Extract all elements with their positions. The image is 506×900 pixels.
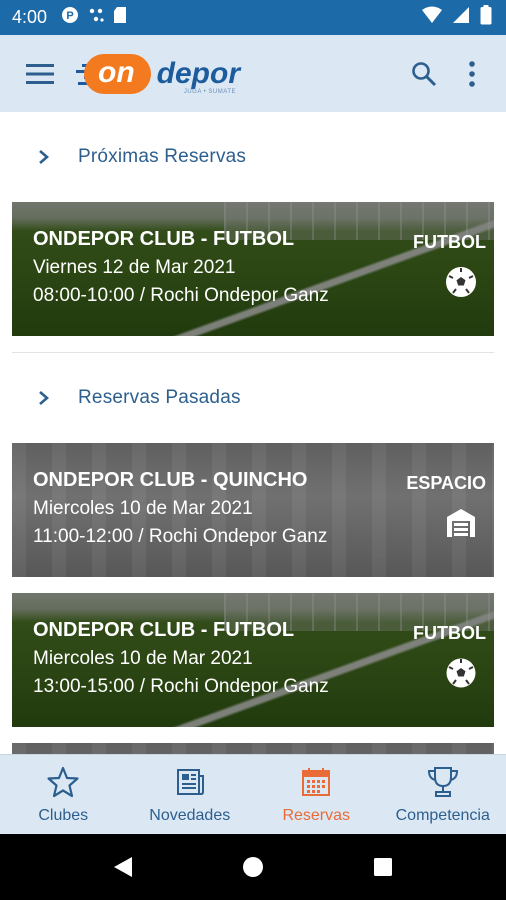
cellular-icon — [452, 6, 470, 29]
reservation-detail: 08:00-10:00 / Rochi Ondepor Ganz — [33, 285, 329, 306]
reservation-type: FUTBOL — [413, 623, 486, 643]
section-past-title: Reservas Pasadas — [78, 387, 241, 408]
reservation-title: ONDEPOR CLUB - FUTBOL — [33, 228, 295, 250]
system-back-button[interactable] — [103, 847, 143, 887]
section-upcoming-header[interactable]: Próximas Reservas — [0, 112, 506, 202]
section-past-header[interactable]: Reservas Pasadas — [0, 353, 506, 443]
sd-card-icon — [113, 6, 127, 29]
app-bar: on depor JUGA • SUMATE — [0, 35, 506, 112]
logo-tagline: JUGA • SUMATE — [183, 88, 236, 95]
status-bar: 4:00 P — [0, 0, 506, 35]
ondepor-logo: on depor JUGA • SUMATE — [76, 44, 240, 104]
signal-dots-icon — [87, 6, 105, 29]
reservation-card[interactable]: ONDEPOR CLUB - FUTBOL Viernes 12 de Mar … — [12, 202, 494, 336]
logo-on-text: on — [84, 53, 151, 94]
overflow-menu-button[interactable] — [448, 50, 496, 98]
nav-label: Clubes — [38, 806, 89, 824]
svg-text:P: P — [66, 10, 73, 22]
reservation-type: ESPACIO — [406, 473, 486, 493]
chevron-right-icon — [39, 150, 49, 164]
home-circle-icon — [243, 857, 263, 877]
reservation-card-partial[interactable] — [12, 743, 494, 754]
system-navigation-bar — [0, 834, 506, 900]
reservation-card[interactable]: ONDEPOR CLUB - FUTBOL Miercoles 10 de Ma… — [12, 593, 494, 727]
reservation-date: Miercoles 10 de Mar 2021 — [33, 648, 253, 669]
chevron-right-icon — [39, 391, 49, 405]
soccer-ball-icon — [446, 658, 476, 688]
more-vert-icon — [469, 60, 475, 87]
search-icon — [412, 61, 437, 86]
nav-item-competencia[interactable]: Competencia — [380, 755, 506, 834]
logo-depor-text: depor — [156, 56, 240, 90]
nav-label: Competencia — [395, 806, 490, 824]
nav-label: Novedades — [149, 806, 231, 824]
reservation-title: ONDEPOR CLUB - FUTBOL — [33, 619, 295, 641]
newspaper-icon — [176, 768, 204, 795]
status-time: 4:00 — [12, 7, 48, 27]
reservation-type: FUTBOL — [413, 232, 486, 252]
nav-item-reservas[interactable]: Reservas — [253, 755, 380, 834]
star-icon — [47, 766, 79, 797]
reservation-title: ONDEPOR CLUB - QUINCHO — [33, 469, 308, 491]
search-button[interactable] — [400, 50, 448, 98]
menu-button[interactable] — [12, 46, 68, 102]
back-triangle-icon — [114, 857, 132, 877]
nav-item-clubes[interactable]: Clubes — [0, 755, 127, 834]
soccer-ball-icon — [446, 267, 476, 297]
reservation-detail: 11:00-12:00 / Rochi Ondepor Ganz — [33, 526, 328, 547]
card-overlay — [12, 743, 494, 754]
recents-square-icon — [374, 858, 392, 876]
reservation-card[interactable]: ONDEPOR CLUB - QUINCHO Miercoles 10 de M… — [12, 443, 494, 577]
reservation-detail: 13:00-15:00 / Rochi Ondepor Ganz — [33, 676, 329, 697]
p-badge-icon: P — [61, 6, 79, 29]
battery-icon — [480, 5, 492, 30]
reservation-date: Viernes 12 de Mar 2021 — [33, 257, 236, 278]
system-home-button[interactable] — [233, 847, 273, 887]
reservation-date: Miercoles 10 de Mar 2021 — [33, 498, 253, 519]
trophy-icon — [427, 766, 458, 797]
system-recents-button[interactable] — [363, 847, 403, 887]
warehouse-icon — [447, 509, 475, 537]
nav-item-novedades[interactable]: Novedades — [127, 755, 254, 834]
nav-label: Reservas — [282, 806, 351, 824]
calendar-icon — [302, 767, 331, 796]
bottom-navigation: Clubes Novedades Reservas Competencia — [0, 754, 506, 834]
reservations-list[interactable]: Próximas Reservas ONDEPOR CLUB - FUTBOL … — [0, 112, 506, 754]
hamburger-menu-icon — [26, 63, 54, 84]
wifi-icon — [422, 6, 442, 29]
section-upcoming-title: Próximas Reservas — [78, 146, 247, 167]
